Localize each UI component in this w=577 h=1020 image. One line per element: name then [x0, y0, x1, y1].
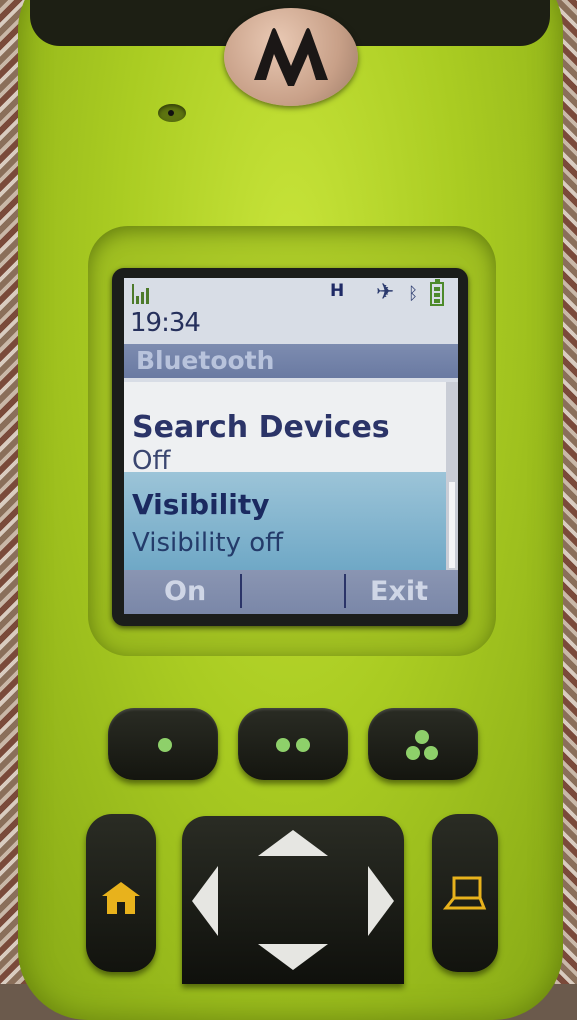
- led-dot-icon: [158, 738, 172, 752]
- gps-satellite-icon: ✈: [376, 280, 395, 305]
- led-dot-icon: [296, 738, 310, 752]
- network-indicator: H: [330, 281, 345, 301]
- microphone-hole: [158, 104, 186, 122]
- softkey-right[interactable]: Exit: [370, 576, 428, 607]
- screen-title: Bluetooth: [136, 346, 275, 375]
- menu-key[interactable]: [432, 814, 498, 972]
- scrollbar[interactable]: [446, 382, 458, 570]
- clock: 19:34: [130, 308, 201, 338]
- home-key[interactable]: [86, 814, 156, 972]
- softkey-divider: [240, 574, 242, 608]
- up-arrow-icon[interactable]: [258, 830, 328, 858]
- menu-item-label: Visibility: [132, 488, 270, 521]
- menu-item-label: Search Devices: [132, 410, 390, 445]
- menu-item-value: Visibility off: [132, 528, 284, 558]
- bluetooth-icon: ᛒ: [408, 284, 419, 304]
- down-arrow-icon[interactable]: [258, 942, 328, 970]
- laptop-icon: [442, 876, 487, 910]
- softkey-left[interactable]: On: [164, 576, 206, 607]
- right-arrow-icon[interactable]: [366, 866, 394, 936]
- three-dot-key[interactable]: [368, 708, 478, 780]
- signal-bars-icon: [132, 282, 158, 308]
- softkey-bar: On Exit: [124, 570, 458, 614]
- led-dot-icon: [424, 746, 438, 760]
- navigation-pad[interactable]: [182, 816, 404, 984]
- led-dot-icon: [415, 730, 429, 744]
- home-icon: [102, 882, 140, 914]
- led-dot-icon: [276, 738, 290, 752]
- led-dot-icon: [406, 746, 420, 760]
- one-dot-key[interactable]: [108, 708, 218, 780]
- two-dot-key[interactable]: [238, 708, 348, 780]
- screen-title-bar: Bluetooth: [124, 344, 458, 378]
- status-bar: H ✈ ᛒ: [124, 278, 458, 310]
- battery-icon: [430, 279, 444, 306]
- menu-item-search-devices[interactable]: Search Devices Off: [124, 382, 446, 478]
- left-arrow-icon[interactable]: [192, 866, 220, 936]
- menu-item-visibility[interactable]: Visibility Visibility off: [124, 472, 446, 570]
- motorola-logo: [224, 8, 358, 106]
- scrollbar-thumb[interactable]: [449, 482, 455, 568]
- softkey-divider: [344, 574, 346, 608]
- lcd-screen: H ✈ ᛒ 19:34 Bluetooth Search Devices Off…: [124, 278, 458, 614]
